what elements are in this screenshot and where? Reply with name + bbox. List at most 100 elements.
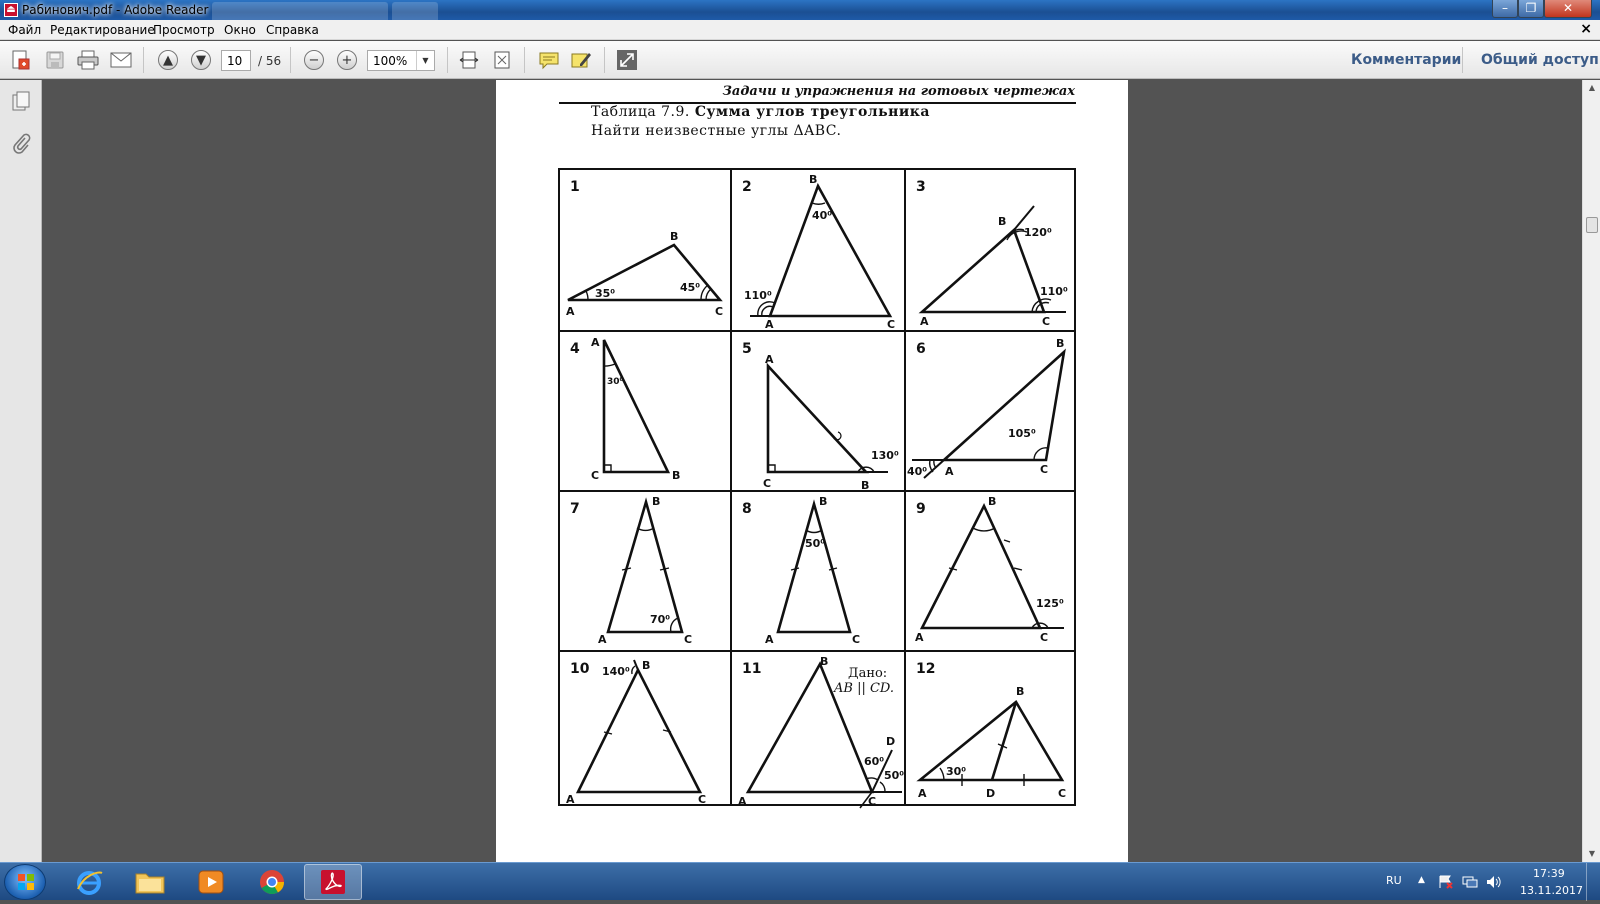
vertex-label-b: B: [820, 655, 829, 668]
problem-cell-2: 2 B 40⁰ 110⁰ A C: [732, 170, 906, 332]
system-tray: RU ▲ 17:39 13.11.2017: [1380, 863, 1600, 901]
highlight-button[interactable]: [568, 48, 594, 72]
triangle-diagram: [918, 205, 1066, 314]
vertex-label-c: C: [763, 477, 772, 490]
fit-page-button[interactable]: [489, 48, 515, 72]
print-button[interactable]: [75, 48, 101, 72]
angle-label: 105⁰: [1008, 427, 1036, 440]
create-pdf-button[interactable]: [8, 48, 34, 72]
menu-window[interactable]: Окно: [224, 23, 256, 37]
menu-view[interactable]: Просмотр: [153, 23, 215, 37]
close-document-button[interactable]: ×: [1580, 21, 1592, 37]
angle-label: 110⁰: [1040, 285, 1068, 298]
angle-label: 50⁰: [884, 769, 905, 782]
save-button[interactable]: [42, 48, 68, 72]
zoom-in-button[interactable]: +: [334, 48, 360, 72]
menu-edit[interactable]: Редактирование: [50, 23, 155, 37]
maximize-button[interactable]: ❐: [1518, 0, 1544, 18]
previous-page-button[interactable]: ▲: [155, 48, 181, 72]
volume-icon[interactable]: [1486, 875, 1502, 889]
vertex-label-c: C: [684, 633, 693, 646]
highlighter-icon: [571, 53, 591, 68]
email-button[interactable]: [108, 48, 134, 72]
problem-number: 6: [916, 341, 926, 357]
folder-icon: [135, 873, 165, 894]
envelope-icon: [110, 52, 132, 68]
fit-width-button[interactable]: [456, 48, 482, 72]
vertex-label-a: A: [566, 305, 575, 318]
vertex-label-b: B: [861, 479, 870, 492]
plus-icon: +: [337, 50, 357, 70]
problem-cell-12: 12 B 30⁰ A D C: [906, 652, 1076, 806]
page-total: / 56: [258, 54, 282, 68]
start-button[interactable]: [4, 864, 46, 900]
zoom-input[interactable]: [368, 51, 416, 70]
angle-label: 30⁰: [946, 765, 967, 778]
vertex-label-b: B: [1056, 337, 1065, 350]
scroll-down-arrow[interactable]: ▼: [1583, 846, 1600, 862]
expand-button[interactable]: [614, 48, 640, 72]
menu-help[interactable]: Справка: [266, 23, 319, 37]
taskbar-adobe-reader[interactable]: [304, 864, 362, 900]
problem-number: 12: [916, 661, 936, 677]
minimize-button[interactable]: –: [1492, 0, 1518, 18]
menu-file[interactable]: Файл: [8, 23, 41, 37]
zoom-select[interactable]: ▼: [367, 50, 435, 71]
angle-label: 40⁰: [907, 465, 928, 478]
vertex-label-a: A: [765, 633, 774, 646]
action-center-flag-icon[interactable]: [1438, 875, 1454, 889]
close-window-button[interactable]: ✕: [1544, 0, 1592, 18]
vertex-label-c: C: [591, 469, 600, 482]
vertex-label-c: C: [852, 633, 861, 646]
problem-number: 9: [916, 501, 926, 517]
zoom-out-button[interactable]: −: [301, 48, 327, 72]
vertex-label-a: A: [915, 631, 924, 644]
vertex-label-c: C: [868, 795, 877, 808]
problem-number: 7: [570, 501, 580, 517]
vertex-label-d: D: [986, 787, 996, 800]
share-pane-link[interactable]: Общий доступ: [1481, 52, 1599, 68]
problem-number: 11: [742, 661, 762, 677]
vertex-label-b: B: [1016, 685, 1025, 698]
vertical-scrollbar[interactable]: ▲ ▼: [1582, 80, 1600, 862]
page-number-input[interactable]: [221, 50, 251, 71]
background-window-tab[interactable]: [212, 2, 388, 20]
network-icon[interactable]: [1462, 875, 1478, 889]
paperclip-icon: [13, 133, 31, 154]
vertex-label-c: C: [1040, 463, 1049, 476]
scroll-up-arrow[interactable]: ▲: [1583, 80, 1600, 96]
vertex-label-c: C: [1042, 315, 1051, 328]
background-window-tab[interactable]: [392, 2, 438, 20]
vertex-label-a: A: [918, 787, 927, 800]
clock-date[interactable]: 13.11.2017: [1520, 884, 1583, 897]
comments-pane-link[interactable]: Комментарии: [1351, 52, 1461, 68]
angle-label: 120⁰: [1024, 226, 1052, 239]
chrome-icon: [260, 870, 284, 895]
clock-time[interactable]: 17:39: [1533, 867, 1565, 880]
running-head: Задачи и упражнения на готовых чертежах: [722, 84, 1075, 99]
taskbar-media-player[interactable]: [182, 864, 240, 900]
show-desktop-button[interactable]: [1586, 863, 1600, 901]
vertex-label-a: A: [591, 336, 600, 349]
toolbar-separator: [290, 47, 291, 73]
taskbar-internet-explorer[interactable]: [60, 864, 118, 900]
show-hidden-icons-button[interactable]: ▲: [1418, 875, 1425, 885]
scroll-thumb[interactable]: [1586, 217, 1598, 233]
vertex-label-c: C: [715, 305, 724, 318]
pages-thumbnail-button[interactable]: [10, 90, 32, 112]
vertex-label-b: B: [672, 469, 681, 482]
arrow-down-icon: ▼: [191, 50, 211, 70]
comment-button[interactable]: [536, 48, 562, 72]
chevron-down-icon[interactable]: ▼: [416, 51, 434, 70]
angle-label: 140⁰: [602, 665, 630, 678]
next-page-button[interactable]: ▼: [188, 48, 214, 72]
language-indicator[interactable]: RU: [1386, 874, 1402, 887]
angle-label: 70⁰: [650, 613, 671, 626]
taskbar-chrome[interactable]: [243, 864, 301, 900]
angle-label: 30⁰: [607, 377, 624, 387]
attachments-button[interactable]: [10, 132, 32, 154]
problem-number: 8: [742, 501, 752, 517]
triangle-diagram: [912, 348, 1066, 479]
taskbar-file-explorer[interactable]: [121, 864, 179, 900]
triangle-diagram: [602, 339, 671, 474]
